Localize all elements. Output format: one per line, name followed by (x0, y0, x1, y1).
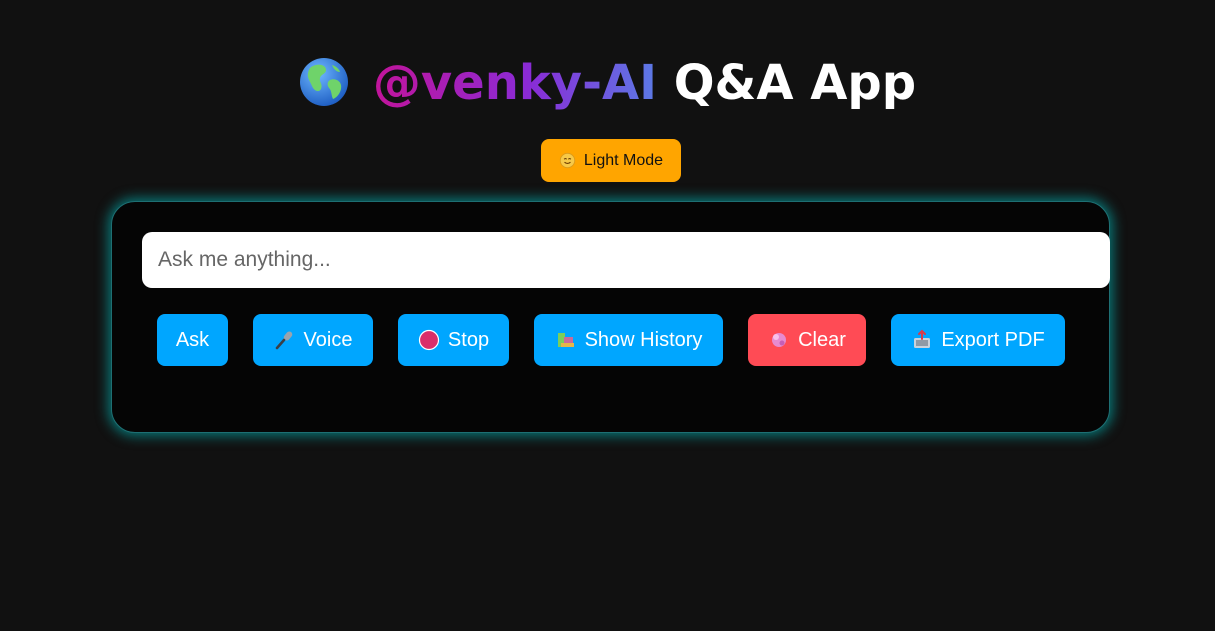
books-icon (557, 333, 574, 347)
export-pdf-button[interactable]: Export PDF (891, 314, 1065, 366)
page-title: @venky-AI Q&A App (0, 52, 1215, 114)
microphone-icon (275, 331, 292, 350)
clear-button-label: Clear (798, 328, 846, 351)
theme-toggle-button[interactable]: Light Mode (541, 139, 681, 182)
theme-toggle-label: Light Mode (583, 151, 664, 169)
voice-button-label: Voice (303, 328, 353, 351)
ask-button-label: Ask (175, 328, 210, 351)
voice-button[interactable]: Voice (253, 314, 373, 366)
show-history-button-label: Show History (584, 328, 703, 351)
question-input[interactable] (142, 232, 1110, 288)
globe-icon (299, 58, 348, 106)
clear-button[interactable]: Clear (748, 314, 866, 366)
show-history-button[interactable]: Show History (534, 314, 723, 366)
stop-button[interactable]: Stop (398, 314, 509, 366)
ask-button[interactable]: Ask (157, 314, 228, 366)
export-pdf-button-label: Export PDF (941, 328, 1045, 351)
brand-name: @venky-AI (372, 55, 658, 111)
qa-panel: Ask Voice Stop Show History (111, 201, 1110, 433)
sun-face-icon (559, 152, 576, 169)
outbox-icon (914, 329, 931, 348)
title-text: Q&A App (657, 55, 917, 111)
sparkle-icon (772, 333, 787, 347)
stop-button-label: Stop (447, 328, 490, 351)
stop-circle-icon (418, 329, 440, 351)
page: @venky-AI Q&A App Light Mode Ask Voice (0, 0, 1215, 631)
